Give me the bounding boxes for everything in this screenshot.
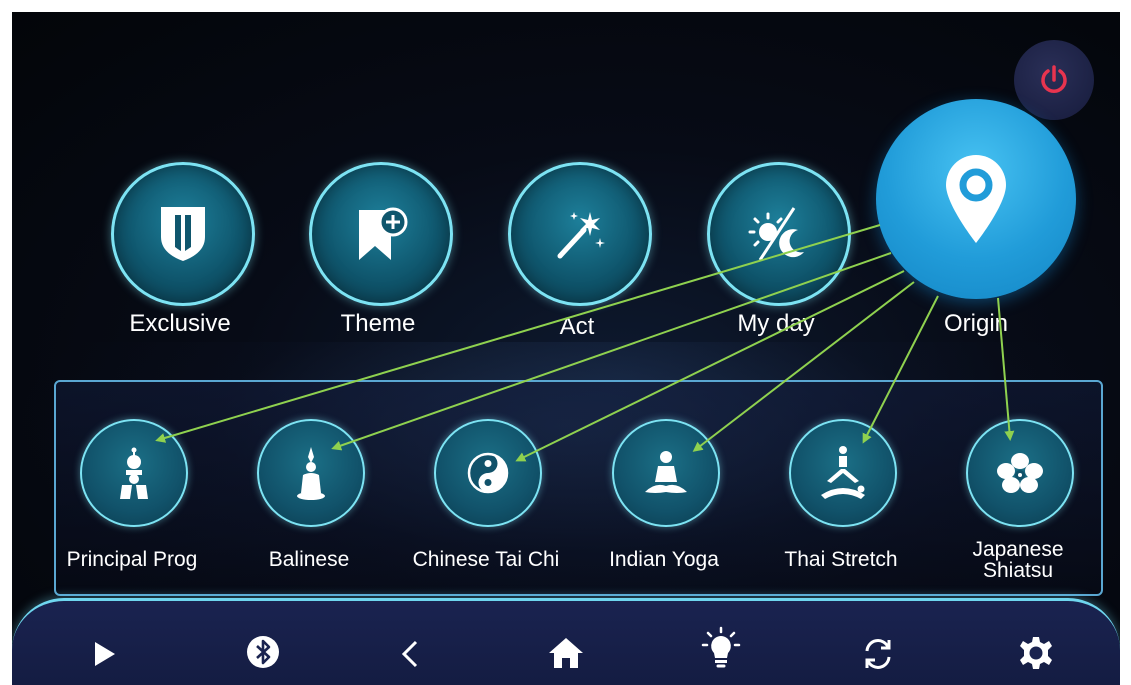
sub-button-balinese[interactable] [257, 419, 365, 527]
sub-button-indian-yoga[interactable] [612, 419, 720, 527]
location-pin-icon [946, 155, 1006, 243]
play-button[interactable] [74, 624, 134, 684]
mode-label-act: Act [559, 313, 595, 340]
chevron-left-icon [401, 640, 418, 668]
mode-button-my-day[interactable] [707, 162, 851, 306]
sub-label-japanese-shiatsu-line2: Shiatsu [982, 559, 1054, 582]
light-bulb-icon [701, 626, 741, 668]
mode-label-theme: Theme [340, 310, 416, 337]
magic-wand-icon [557, 212, 605, 259]
sync-button[interactable] [848, 624, 908, 684]
sub-label-balinese: Balinese [268, 548, 350, 571]
sub-button-principal-prog[interactable] [80, 419, 188, 527]
bookmark-plus-icon [359, 207, 408, 260]
mode-label-my-day: My day [737, 310, 815, 337]
gear-icon [1020, 637, 1052, 669]
mode-button-act[interactable] [508, 162, 652, 306]
sub-label-thai-stretch: Thai Stretch [784, 548, 898, 571]
sub-label-principal-prog: Principal Prog [66, 548, 198, 571]
back-button[interactable] [379, 624, 439, 684]
mode-button-exclusive[interactable] [111, 162, 255, 306]
mode-label-origin: Origin [943, 310, 1009, 337]
bluetooth-button[interactable] [233, 622, 293, 682]
home-icon [549, 638, 583, 668]
sub-button-thai-stretch[interactable] [789, 419, 897, 527]
yin-yang-icon [467, 452, 509, 494]
sub-label-japanese-shiatsu: Japanese Shiatsu [928, 539, 1108, 581]
home-button[interactable] [536, 623, 596, 683]
sub-button-chinese-tai-chi[interactable] [434, 419, 542, 527]
power-icon [1041, 65, 1067, 93]
day-night-icon [748, 207, 804, 261]
monk-icon [120, 447, 148, 499]
mode-button-theme[interactable] [309, 162, 453, 306]
sub-label-chinese-tai-chi: Chinese Tai Chi [412, 548, 560, 571]
sub-button-japanese-shiatsu[interactable] [966, 419, 1074, 527]
mode-label-exclusive: Exclusive [129, 310, 231, 337]
bluetooth-icon [247, 636, 279, 668]
shield-icon [161, 207, 205, 261]
sub-label-japanese-shiatsu-line1: Japanese [972, 538, 1064, 561]
power-button[interactable] [1014, 40, 1094, 120]
sub-label-indian-yoga: Indian Yoga [609, 548, 719, 571]
flower-icon [997, 453, 1043, 493]
thai-stretch-icon [821, 446, 865, 499]
praying-figure-icon [297, 447, 325, 500]
play-icon [95, 642, 115, 666]
mode-button-origin[interactable] [876, 99, 1076, 299]
app-screen: Exclusive Theme Act My day Origin Princi… [12, 12, 1120, 685]
sync-icon [865, 639, 891, 669]
light-button[interactable] [691, 618, 751, 678]
meditation-icon [645, 451, 687, 493]
settings-button[interactable] [1006, 623, 1066, 683]
